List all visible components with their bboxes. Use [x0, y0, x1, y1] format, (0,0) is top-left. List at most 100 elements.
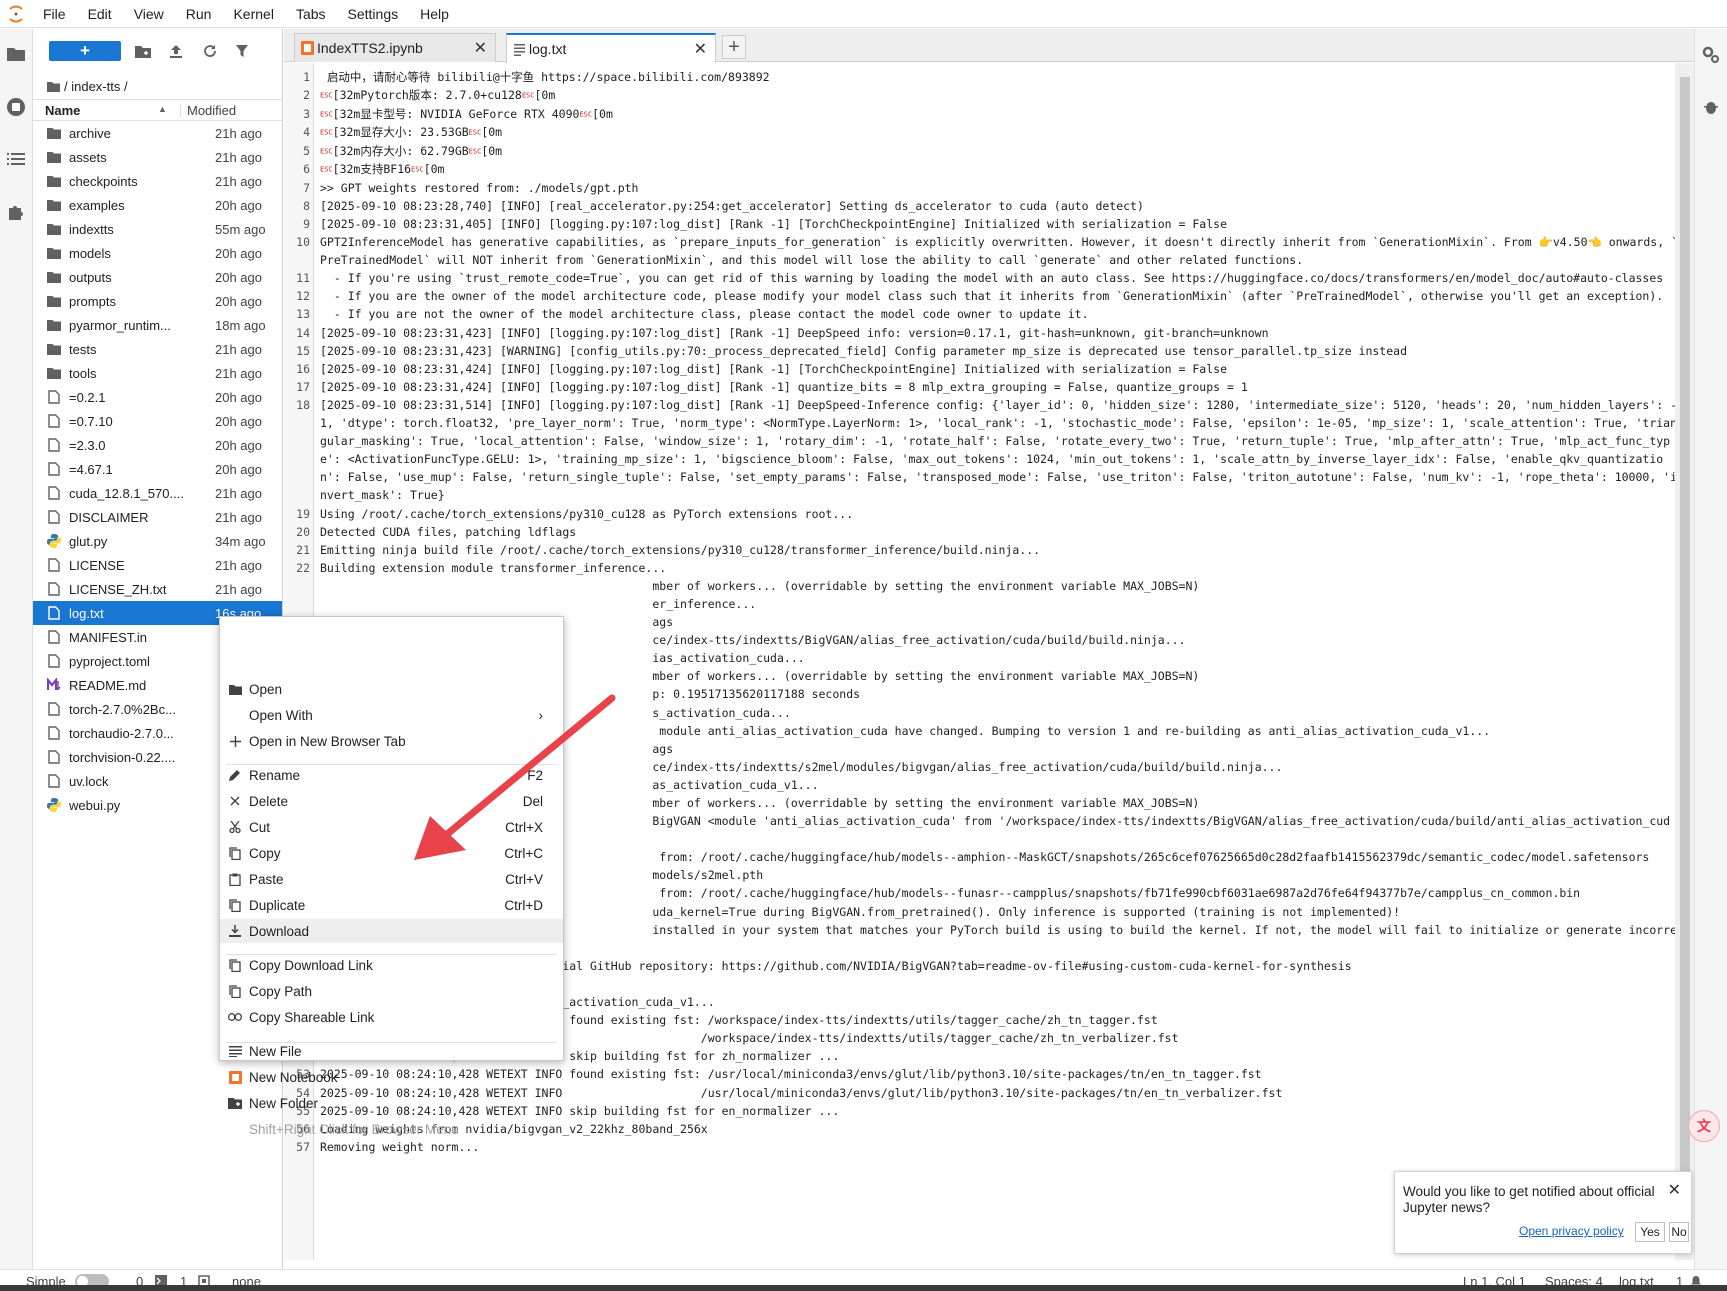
file-name: README.md	[69, 677, 147, 693]
context-menu-copy-download-link[interactable]: Copy Download Link	[220, 953, 563, 977]
file-row[interactable]: indextts 55m ago	[33, 217, 282, 241]
breadcrumb-path[interactable]: / index-tts /	[64, 79, 128, 94]
property-inspector-icon[interactable]	[1699, 43, 1723, 67]
file-row[interactable]: examples 20h ago	[33, 193, 282, 217]
menu-view[interactable]: View	[123, 0, 175, 28]
menu-settings[interactable]: Settings	[337, 0, 410, 28]
file-row[interactable]: prompts 20h ago	[33, 289, 282, 313]
code-line[interactable]: mber of workers... (overridable by setti…	[284, 577, 1679, 595]
context-menu-new-folder[interactable]: New Folder	[220, 1091, 563, 1115]
close-icon[interactable]: ✕	[1668, 1180, 1681, 1200]
new-folder-icon[interactable]	[134, 42, 152, 60]
menu-file[interactable]: File	[32, 0, 77, 28]
column-header-name[interactable]: Name	[45, 103, 80, 118]
escape-char-icon: ESC	[411, 165, 424, 174]
table-of-contents-icon[interactable]	[4, 147, 28, 171]
breadcrumb[interactable]: / index-tts /	[33, 73, 282, 99]
running-sessions-icon[interactable]	[4, 95, 28, 119]
code-line[interactable]: 4 ESC[32m显存大小: 23.53GBESC[0m	[284, 123, 1679, 142]
context-menu-new-notebook[interactable]: New Notebook	[220, 1065, 563, 1089]
open-privacy-policy-link[interactable]: Open privacy policy	[1519, 1224, 1624, 1238]
tab-log-txt[interactable]: log.txt ✕	[506, 33, 716, 63]
context-menu-copy-path[interactable]: Copy Path	[220, 979, 563, 1003]
code-line[interactable]: 14 [2025-09-10 08:23:31,423] [INFO] [logg…	[284, 324, 1679, 342]
file-icon	[47, 462, 61, 476]
code-line[interactable]: 16 [2025-09-10 08:23:31,424] [INFO] [logg…	[284, 360, 1679, 378]
file-row[interactable]: assets 21h ago	[33, 145, 282, 169]
file-row[interactable]: tests 21h ago	[33, 337, 282, 361]
file-browser-icon[interactable]	[4, 41, 28, 65]
file-row[interactable]: LICENSE_ZH.txt 21h ago	[33, 577, 282, 601]
menu-help[interactable]: Help	[409, 0, 460, 28]
context-menu-download[interactable]: Download	[220, 919, 563, 943]
line-number: 14	[296, 325, 310, 340]
file-row[interactable]: tools 21h ago	[33, 361, 282, 385]
sort-ascending-icon: ▲	[158, 104, 167, 114]
code-line[interactable]: er_inference...	[284, 595, 1679, 613]
file-row[interactable]: =4.67.1 20h ago	[33, 457, 282, 481]
scrollbar-thumb[interactable]	[1680, 77, 1690, 1177]
file-name: DISCLAIMER	[69, 509, 149, 525]
jupyter-logo-icon[interactable]	[0, 0, 32, 28]
context-menu-copy-shareable-link[interactable]: Copy Shareable Link	[220, 1005, 563, 1029]
yes-button[interactable]: Yes	[1635, 1222, 1665, 1242]
code-line[interactable]: 8 [2025-09-10 08:23:28,740] [INFO] [real_…	[284, 197, 1679, 215]
upload-icon[interactable]	[167, 42, 185, 60]
file-row[interactable]: =0.2.1 20h ago	[33, 385, 282, 409]
folder-icon	[47, 342, 61, 356]
file-row[interactable]: LICENSE 21h ago	[33, 553, 282, 577]
code-line[interactable]: 3 ESC[32m显卡型号: NVIDIA GeForce RTX 4090ESC…	[284, 105, 1679, 124]
file-row[interactable]: DISCLAIMER 21h ago	[33, 505, 282, 529]
line-number: 20	[296, 524, 310, 539]
code-line[interactable]: 18 [2025-09-10 08:23:31,514] [INFO] [logg…	[284, 396, 1679, 505]
code-line[interactable]: 20 Detected CUDA files, patching ldflags	[284, 523, 1679, 541]
code-line[interactable]: 19 Using /root/.cache/torch_extensions/py…	[284, 505, 1679, 523]
line-text: [2025-09-10 08:23:31,423] [WARNING] [con…	[320, 343, 1408, 358]
code-line[interactable]: 11 - If you're using `trust_remote_code=…	[284, 269, 1679, 287]
extension-manager-icon[interactable]	[4, 199, 28, 223]
code-line[interactable]: 22 Building extension module transformer_…	[284, 559, 1679, 577]
code-line[interactable]: 15 [2025-09-10 08:23:31,423] [WARNING] [c…	[284, 342, 1679, 360]
file-row[interactable]: =0.7.10 20h ago	[33, 409, 282, 433]
translate-icon[interactable]: 文	[1688, 1110, 1720, 1142]
code-line[interactable]: 7 >> GPT weights restored from: ./models/…	[284, 179, 1679, 197]
file-row[interactable]: archive 21h ago	[33, 121, 282, 145]
menu-edit[interactable]: Edit	[77, 0, 123, 28]
vertical-scrollbar[interactable]	[1675, 63, 1694, 1260]
context-menu-paste[interactable]: Paste Ctrl+V	[220, 867, 563, 891]
file-row[interactable]: models 20h ago	[33, 241, 282, 265]
menu-run[interactable]: Run	[175, 0, 223, 28]
code-line[interactable]: 17 [2025-09-10 08:23:31,424] [INFO] [logg…	[284, 378, 1679, 396]
code-line[interactable]: 1 启动中，请耐心等待 bilibili@十字鱼 https://space.b…	[284, 68, 1679, 86]
code-line[interactable]: 6 ESC[32m支持BF16ESC[0m	[284, 160, 1679, 179]
context-menu-new-file[interactable]: New File	[220, 1039, 563, 1063]
file-row[interactable]: outputs 20h ago	[33, 265, 282, 289]
line-number: 2	[303, 88, 310, 103]
close-icon[interactable]: ✕	[474, 38, 487, 58]
menu-tabs[interactable]: Tabs	[285, 0, 337, 28]
file-row[interactable]: =2.3.0 20h ago	[33, 433, 282, 457]
menu-kernel[interactable]: Kernel	[222, 0, 284, 28]
line-number: 1	[303, 70, 310, 84]
file-row[interactable]: checkpoints 21h ago	[33, 169, 282, 193]
filter-icon[interactable]	[233, 42, 251, 60]
code-line[interactable]: 10 GPT2InferenceModel has generative capa…	[284, 233, 1679, 269]
code-line[interactable]: 9 [2025-09-10 08:23:31,405] [INFO] [loggi…	[284, 215, 1679, 233]
new-launcher-button[interactable]: +	[49, 41, 121, 61]
code-line[interactable]: 5 ESC[32m内存大小: 62.79GBESC[0m	[284, 142, 1679, 161]
column-header-modified[interactable]: Modified	[180, 102, 236, 118]
code-line[interactable]: 13 - If you are not the owner of the mod…	[284, 305, 1679, 323]
file-row[interactable]: glut.py 34m ago	[33, 529, 282, 553]
close-icon[interactable]: ✕	[694, 39, 707, 59]
no-button[interactable]: No	[1669, 1222, 1689, 1242]
refresh-icon[interactable]	[201, 42, 219, 60]
debugger-icon[interactable]	[1699, 95, 1723, 119]
tab-indextts2-notebook[interactable]: IndexTTS2.ipynb ✕	[294, 33, 496, 62]
code-line[interactable]: 12 - If you are the owner of the model a…	[284, 287, 1679, 305]
add-tab-button[interactable]: +	[722, 35, 746, 59]
context-menu-duplicate[interactable]: Duplicate Ctrl+D	[220, 893, 563, 917]
file-row[interactable]: cuda_12.8.1_570.... 21h ago	[33, 481, 282, 505]
code-line[interactable]: 2 ESC[32mPytorch版本: 2.7.0+cu128ESC[0m	[284, 86, 1679, 105]
file-row[interactable]: pyarmor_runtim... 18m ago	[33, 313, 282, 337]
code-line[interactable]: 21 Emitting ninja build file /root/.cache…	[284, 541, 1679, 559]
